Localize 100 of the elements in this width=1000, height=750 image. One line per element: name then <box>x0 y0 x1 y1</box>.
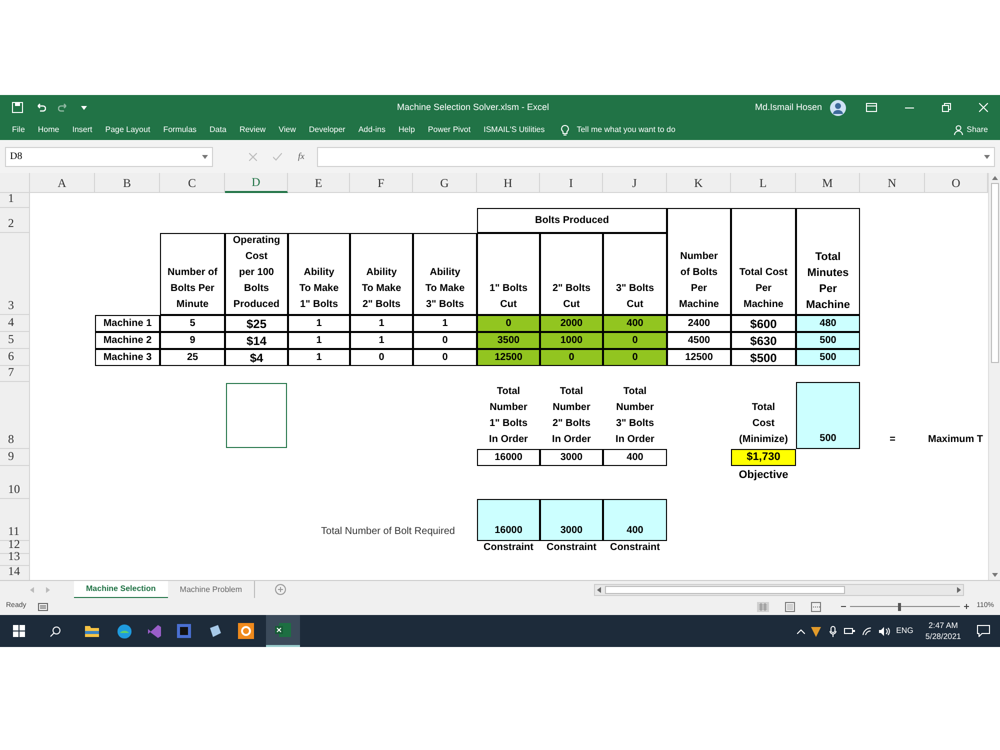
ribbon-tab[interactable]: File <box>12 124 25 136</box>
undo-icon[interactable] <box>35 102 46 112</box>
normal-view-icon[interactable] <box>756 602 769 612</box>
ide-icon[interactable] <box>177 624 191 638</box>
table-cell: 1 <box>350 315 413 332</box>
page-layout-icon[interactable] <box>784 602 795 612</box>
column-header[interactable]: F <box>350 173 413 193</box>
ribbon-tab[interactable]: Page Layout <box>105 124 150 136</box>
row-header[interactable]: 1 <box>0 193 30 208</box>
ribbon-tab[interactable]: ISMAIL'S Utilities <box>484 124 545 136</box>
page-break-icon[interactable] <box>810 602 821 612</box>
share-button[interactable]: Share <box>966 124 988 136</box>
scroll-down-icon[interactable] <box>992 573 998 577</box>
row-header[interactable]: 10 <box>0 466 30 499</box>
column-header[interactable]: J <box>603 173 667 193</box>
column-header[interactable]: D <box>225 173 288 193</box>
microphone-icon[interactable] <box>829 626 838 636</box>
row-header[interactable]: 13 <box>0 554 30 566</box>
zoom-thumb[interactable] <box>898 602 901 610</box>
notification-icon[interactable] <box>977 625 990 637</box>
app-icon[interactable] <box>208 624 222 638</box>
row-header[interactable]: 11 <box>0 499 30 541</box>
column-header[interactable]: G <box>413 173 477 193</box>
column-header[interactable]: I <box>540 173 603 193</box>
ribbon-tab[interactable]: Review <box>239 124 266 136</box>
close-icon[interactable] <box>979 103 988 112</box>
ribbon-tab[interactable]: Formulas <box>163 124 197 136</box>
table-cell: 500 <box>796 332 860 349</box>
row-header[interactable]: 5 <box>0 332 30 349</box>
code-editor-icon[interactable] <box>147 624 162 638</box>
formula-input[interactable] <box>316 146 995 166</box>
tell-me-search[interactable]: Tell me what you want to do <box>576 124 676 136</box>
horizontal-scrollbar[interactable] <box>594 584 964 596</box>
name-box[interactable]: D8 <box>5 146 213 166</box>
tray-shield-icon[interactable] <box>811 626 822 636</box>
column-header[interactable]: M <box>796 173 860 193</box>
table-cell: 0 <box>603 349 667 366</box>
column-header[interactable]: H <box>477 173 540 193</box>
column-label: Total Number 3" Bolts In Order <box>614 385 656 447</box>
lightbulb-icon <box>560 124 569 136</box>
ribbon-tab[interactable]: Data <box>210 124 226 136</box>
column-header[interactable]: K <box>667 173 731 193</box>
ribbon-tab[interactable]: Insert <box>72 124 92 136</box>
zoom-in-icon[interactable] <box>964 604 969 609</box>
row-header[interactable]: 9 <box>0 449 30 466</box>
table-cell: 16000 <box>477 499 540 541</box>
ribbon-tab[interactable]: Power Pivot <box>428 124 471 136</box>
wifi-icon[interactable] <box>862 626 872 636</box>
row-header[interactable]: 4 <box>0 315 30 332</box>
clock[interactable]: 2:47 AM 5/28/2021 <box>925 620 961 642</box>
ribbon-tab[interactable]: Add-ins <box>358 124 386 136</box>
vertical-scrollbar[interactable] <box>988 173 1000 580</box>
column-header[interactable]: B <box>95 173 160 193</box>
tray-caret-icon[interactable] <box>797 628 806 634</box>
language-indicator[interactable]: ENG <box>896 625 914 637</box>
column-header[interactable]: E <box>288 173 350 193</box>
folder-icon[interactable] <box>85 625 99 637</box>
ribbon-display-icon[interactable] <box>866 103 877 112</box>
minimize-icon[interactable] <box>905 106 914 108</box>
avatar-icon[interactable] <box>830 100 846 116</box>
table-cell: 400 <box>603 449 667 466</box>
excel-taskbar-button[interactable] <box>266 615 300 647</box>
scroll-thumb[interactable] <box>990 183 998 363</box>
ribbon-tab[interactable]: Home <box>38 124 60 136</box>
row-header[interactable]: 14 <box>0 566 30 580</box>
search-icon[interactable] <box>50 626 61 636</box>
row-header[interactable]: 7 <box>0 366 30 382</box>
column-header[interactable]: O <box>925 173 988 193</box>
customize-caret-icon[interactable] <box>81 106 87 110</box>
save-icon[interactable] <box>12 102 23 113</box>
row-header[interactable]: 3 <box>0 233 30 315</box>
scroll-up-icon[interactable] <box>992 176 998 180</box>
ribbon-tab[interactable]: View <box>278 124 296 136</box>
table-header: Bolts Produced <box>477 208 667 233</box>
column-header[interactable]: L <box>731 173 796 193</box>
column-header[interactable]: A <box>30 173 95 193</box>
table-header: Number of Bolts Per Machine <box>667 208 731 315</box>
browser-icon[interactable] <box>117 624 132 638</box>
column-header[interactable]: N <box>860 173 925 193</box>
row-header[interactable]: 6 <box>0 349 30 366</box>
restore-icon[interactable] <box>942 103 951 112</box>
volume-icon[interactable] <box>879 626 890 636</box>
table-cell: 480 <box>796 315 860 332</box>
table-cell: 0 <box>413 349 477 366</box>
battery-icon[interactable] <box>844 627 856 635</box>
table-cell: 0 <box>540 349 603 366</box>
scroll-right-icon[interactable] <box>957 586 962 592</box>
column-header[interactable]: C <box>160 173 225 193</box>
sheet-tab[interactable]: Machine Selection <box>74 580 168 598</box>
table-header: Total Minutes Per Machine <box>796 208 860 315</box>
ribbon-tab[interactable]: Developer <box>308 124 346 136</box>
row-header[interactable]: 8 <box>0 382 30 449</box>
scroll-thumb[interactable] <box>605 586 846 594</box>
macro-record-icon[interactable] <box>38 602 48 610</box>
insert-function-button[interactable]: fx <box>298 150 304 164</box>
row-label: Machine 3 <box>95 349 160 366</box>
ribbon-tab[interactable]: Help <box>398 124 415 136</box>
row-header[interactable]: 2 <box>0 208 30 233</box>
scroll-left-icon[interactable] <box>597 586 602 592</box>
windows-start-icon[interactable] <box>13 625 25 637</box>
